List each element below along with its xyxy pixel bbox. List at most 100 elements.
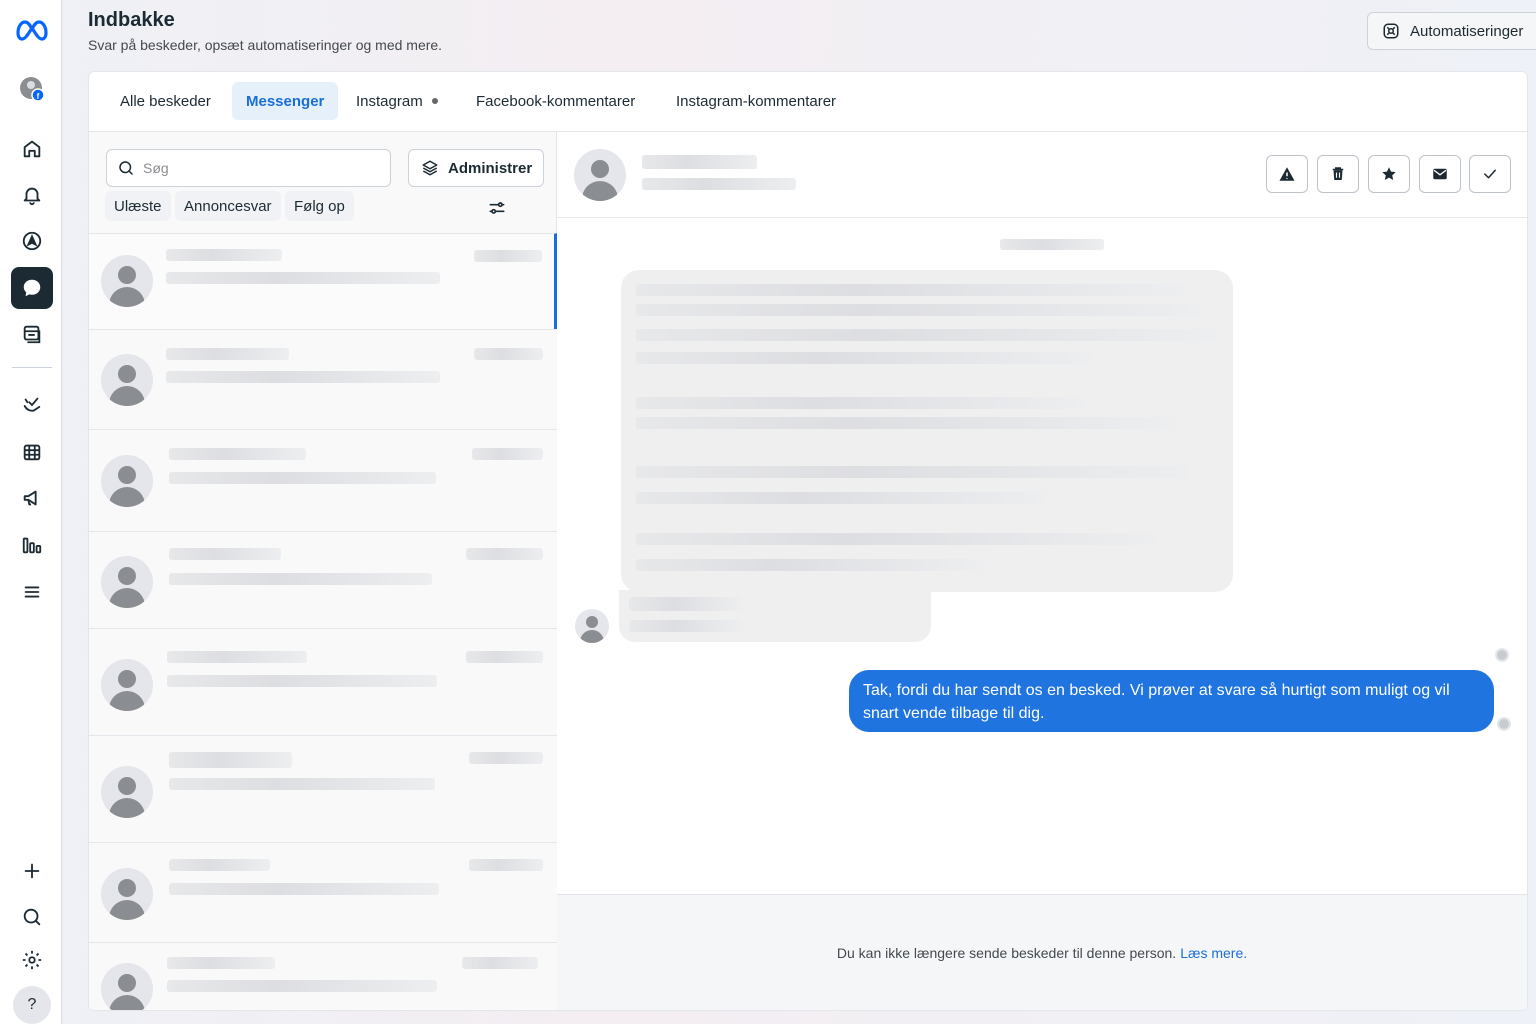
skeleton-line: [636, 329, 1216, 341]
skeleton-line: [166, 348, 289, 360]
skeleton-line: [167, 980, 437, 992]
automations-button[interactable]: Automatiseringer: [1367, 12, 1536, 50]
report-button[interactable]: [1266, 155, 1308, 193]
home-icon[interactable]: [11, 128, 53, 170]
skeleton-line: [629, 597, 741, 611]
conversation-row[interactable]: [89, 628, 557, 735]
conversation-row[interactable]: [89, 329, 557, 429]
sliders-icon[interactable]: [487, 198, 507, 218]
skeleton-line: [462, 957, 538, 969]
help-icon[interactable]: ?: [13, 986, 51, 1024]
avatar: [101, 659, 153, 711]
filter-ad-replies[interactable]: Annoncesvar: [175, 191, 281, 221]
skeleton-line: [636, 466, 1188, 478]
compass-icon[interactable]: [11, 220, 53, 262]
recycle-hand-icon[interactable]: [11, 384, 53, 426]
skeleton-line: [166, 272, 440, 284]
conversation-row[interactable]: [89, 233, 557, 329]
conversation-pane: Tak, fordi du har sendt os en besked. Vi…: [557, 132, 1527, 1010]
manage-label: Administrer: [448, 159, 533, 177]
filter-follow-up[interactable]: Følg op: [285, 191, 354, 221]
incoming-message-bubble: [619, 590, 931, 642]
search-icon[interactable]: [11, 896, 53, 938]
notice-text: Du kan ikke længere sende beskeder til d…: [836, 944, 1177, 961]
search-input[interactable]: [143, 160, 363, 176]
avatar: [101, 556, 153, 608]
tab-label: Messenger: [246, 92, 325, 110]
tab-label: Instagram-kommentarer: [676, 92, 837, 110]
skeleton-line: [466, 651, 543, 663]
learn-more-link[interactable]: Læs mere.: [1180, 945, 1247, 961]
tab-all-messages[interactable]: Alle beskeder: [106, 82, 225, 120]
unread-dot: [431, 98, 438, 104]
tab-messenger[interactable]: Messenger: [232, 82, 339, 120]
menu-icon[interactable]: [11, 571, 53, 613]
layers-icon: [422, 160, 438, 176]
avatar: [101, 255, 153, 307]
megaphone-icon[interactable]: [11, 477, 53, 519]
skeleton-line: [474, 250, 542, 262]
conversation-row[interactable]: [89, 942, 557, 1010]
skeleton-line: [169, 859, 270, 871]
automation-icon: [1383, 23, 1399, 39]
sender-avatar: [575, 609, 609, 643]
chip-label: Følg op: [294, 197, 345, 215]
manage-button[interactable]: Administrer: [408, 149, 544, 187]
avatar: [101, 455, 153, 507]
skeleton-line: [167, 957, 275, 969]
automations-label: Automatiseringer: [1410, 22, 1524, 40]
skeleton-line: [167, 675, 437, 687]
skeleton-line: [169, 472, 436, 484]
skeleton-line: [169, 448, 306, 460]
conversation-row[interactable]: [89, 531, 557, 628]
skeleton-line: [166, 371, 440, 383]
seen-indicator: [1495, 648, 1509, 662]
page-title: Indbakke: [88, 9, 175, 31]
filter-unread[interactable]: Ulæste: [105, 191, 171, 221]
star-button[interactable]: [1368, 155, 1410, 193]
mark-done-button[interactable]: [1469, 155, 1511, 193]
warning-icon: [1279, 167, 1295, 181]
plus-icon[interactable]: [11, 850, 53, 892]
skeleton-line: [636, 352, 1091, 364]
help-label: ?: [27, 996, 37, 1013]
tab-bar: Alle beskeder Messenger Instagram Facebo…: [89, 72, 1527, 132]
insights-bars-icon[interactable]: [11, 524, 53, 566]
calendar-icon[interactable]: [11, 431, 53, 473]
conversation-row[interactable]: [89, 429, 557, 531]
profile-avatar-icon[interactable]: f: [11, 68, 53, 110]
tab-label: Alle beskeder: [120, 92, 211, 110]
meta-logo-icon[interactable]: [11, 8, 53, 50]
tab-instagram-comments[interactable]: Instagram-kommentarer: [662, 82, 850, 120]
page-subtitle: Svar på beskeder, opsæt automatiseringer…: [88, 37, 443, 53]
mark-unread-button[interactable]: [1419, 155, 1461, 193]
conversation-row[interactable]: [89, 735, 557, 842]
contact-avatar: [574, 149, 626, 201]
skeleton-line: [636, 559, 983, 571]
conversation-row[interactable]: [89, 842, 557, 942]
skeleton-line: [166, 249, 282, 261]
checkmark-icon: [1484, 169, 1496, 179]
avatar: [101, 354, 153, 406]
timestamp-skeleton: [1000, 239, 1104, 250]
search-icon: [119, 161, 133, 175]
gear-icon[interactable]: [11, 939, 53, 981]
content-icon[interactable]: [11, 313, 53, 355]
skeleton-line: [169, 573, 432, 585]
skeleton-line: [169, 778, 435, 790]
seen-indicator: [1497, 717, 1511, 731]
skeleton-line: [642, 155, 757, 169]
skeleton-line: [169, 752, 292, 768]
bell-icon[interactable]: [11, 174, 53, 216]
avatar: [101, 963, 153, 1010]
skeleton-line: [636, 533, 1156, 545]
search-box[interactable]: [106, 149, 391, 187]
skeleton-line: [636, 397, 1085, 409]
star-icon: [1382, 167, 1396, 180]
chat-bubble-icon[interactable]: [11, 267, 53, 309]
conversation-list-pane: Administrer Ulæste Annoncesvar Følg op: [89, 132, 557, 1010]
tab-facebook-comments[interactable]: Facebook-kommentarer: [462, 82, 649, 120]
delete-button[interactable]: [1317, 155, 1359, 193]
rail-divider: [12, 367, 52, 368]
tab-instagram[interactable]: Instagram: [342, 82, 452, 120]
